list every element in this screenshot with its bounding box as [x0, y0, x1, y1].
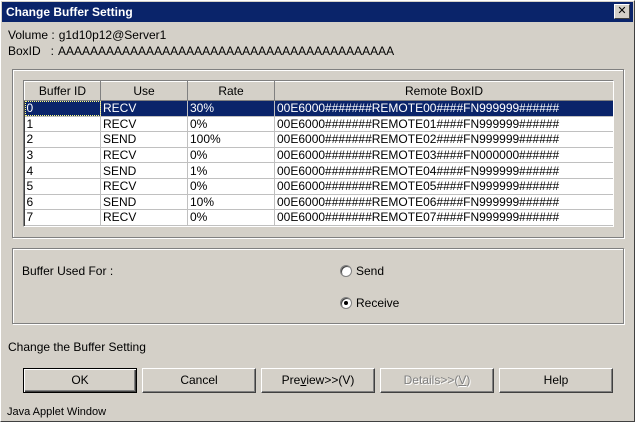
- boxid-label: BoxID :: [8, 44, 55, 58]
- send-radio-label[interactable]: Send: [356, 264, 384, 278]
- cell-use: SEND: [100, 162, 188, 179]
- close-icon[interactable]: ✕: [614, 4, 630, 19]
- receive-radio-label[interactable]: Receive: [356, 296, 399, 310]
- buffer-table-container: Buffer ID Use Rate Remote BoxID 0 RECV 3…: [23, 80, 614, 227]
- preview-text-b: iew>>(V): [306, 373, 355, 387]
- boxid-value: AAAAAAAAAAAAAAAAAAAAAAAAAAAAAAAAAAAAAAAA…: [58, 44, 395, 58]
- cell-use: SEND: [100, 194, 188, 211]
- column-header-buffer-id[interactable]: Buffer ID: [24, 81, 101, 101]
- table-panel: Buffer ID Use Rate Remote BoxID 0 RECV 3…: [12, 69, 624, 238]
- receive-radio[interactable]: [340, 297, 352, 309]
- cell-rate: 0%: [187, 209, 275, 226]
- boxid-row: BoxID : AAAAAAAAAAAAAAAAAAAAAAAAAAAAAAAAA…: [8, 44, 394, 58]
- table-row[interactable]: 1 RECV 0% 00E6000#######REMOTE01####FN99…: [24, 116, 613, 133]
- ok-button[interactable]: OK: [23, 368, 137, 393]
- cell-buffer-id: 1: [24, 116, 101, 133]
- details-text-b: ): [466, 373, 471, 387]
- column-header-remote-boxid[interactable]: Remote BoxID: [274, 81, 613, 101]
- cell-buffer-id: 6: [24, 194, 101, 211]
- table-row[interactable]: 0 RECV 30% 00E6000#######REMOTE00####FN9…: [24, 100, 613, 117]
- applet-footer: Java Applet Window: [7, 406, 107, 418]
- cell-use: RECV: [100, 209, 188, 226]
- cell-buffer-id: 4: [24, 162, 101, 179]
- cell-rate: 0%: [187, 116, 275, 133]
- cell-remote-boxid: 00E6000#######REMOTE02####FN999999######: [274, 131, 613, 148]
- status-message: Change the Buffer Setting: [8, 340, 146, 354]
- table-row[interactable]: 7 RECV 0% 00E6000#######REMOTE07####FN99…: [24, 209, 613, 226]
- table-row[interactable]: 4 SEND 1% 00E6000#######REMOTE04####FN99…: [24, 162, 613, 179]
- cell-rate: 0%: [187, 178, 275, 195]
- cell-buffer-id: 3: [24, 147, 101, 164]
- cell-buffer-id: 7: [24, 209, 101, 226]
- cell-remote-boxid: 00E6000#######REMOTE05####FN999999######: [274, 178, 613, 195]
- cancel-button[interactable]: Cancel: [142, 368, 256, 393]
- volume-row: Volume : g1d10p12@Server1: [8, 28, 166, 42]
- buffer-used-for-label: Buffer Used For :: [22, 264, 114, 278]
- preview-text-a: Pre: [281, 373, 301, 387]
- cell-buffer-id: 5: [24, 178, 101, 195]
- cell-buffer-id: 0: [24, 100, 101, 117]
- cell-buffer-id: 2: [24, 131, 101, 148]
- details-text-a: Details>>(: [403, 373, 459, 387]
- cell-rate: 1%: [187, 162, 275, 179]
- volume-label: Volume :: [8, 28, 55, 42]
- send-radio[interactable]: [340, 265, 352, 277]
- cell-rate: 10%: [187, 194, 275, 211]
- cell-remote-boxid: 00E6000#######REMOTE00####FN999999######: [274, 100, 613, 117]
- window-title: Change Buffer Setting: [6, 5, 133, 19]
- cell-use: RECV: [100, 147, 188, 164]
- cell-rate: 100%: [187, 131, 275, 148]
- buffer-table: Buffer ID Use Rate Remote BoxID 0 RECV 3…: [24, 81, 613, 226]
- cell-remote-boxid: 00E6000#######REMOTE07####FN999999######: [274, 209, 613, 226]
- dialog-window: Change Buffer Setting ✕ Volume : g1d10p12…: [0, 0, 635, 422]
- buffer-used-panel: Buffer Used For : Send Receive: [12, 248, 624, 324]
- cell-remote-boxid: 00E6000#######REMOTE01####FN999999######: [274, 116, 613, 133]
- cell-use: RECV: [100, 178, 188, 195]
- cell-remote-boxid: 00E6000#######REMOTE06####FN999999######: [274, 194, 613, 211]
- cell-rate: 0%: [187, 147, 275, 164]
- cell-remote-boxid: 00E6000#######REMOTE04####FN999999######: [274, 162, 613, 179]
- table-row[interactable]: 5 RECV 0% 00E6000#######REMOTE05####FN99…: [24, 178, 613, 195]
- cell-use: RECV: [100, 100, 188, 117]
- table-row[interactable]: 3 RECV 0% 00E6000#######REMOTE03####FN00…: [24, 147, 613, 164]
- column-header-use[interactable]: Use: [100, 81, 188, 101]
- table-header: Buffer ID Use Rate Remote BoxID: [24, 81, 613, 101]
- cell-use: RECV: [100, 116, 188, 133]
- help-button[interactable]: Help: [499, 368, 613, 393]
- preview-button[interactable]: Preview>>(V): [261, 368, 375, 393]
- table-row[interactable]: 6 SEND 10% 00E6000#######REMOTE06####FN9…: [24, 194, 613, 211]
- cell-remote-boxid: 00E6000#######REMOTE03####FN000000######: [274, 147, 613, 164]
- volume-value: g1d10p12@Server1: [58, 28, 167, 42]
- table-row[interactable]: 2 SEND 100% 00E6000#######REMOTE02####FN…: [24, 131, 613, 148]
- cell-rate: 30%: [187, 100, 275, 117]
- radio-selected-dot: [344, 301, 348, 305]
- column-header-rate[interactable]: Rate: [187, 81, 275, 101]
- title-bar[interactable]: Change Buffer Setting ✕: [2, 2, 633, 22]
- details-button: Details>>(V): [380, 368, 494, 393]
- cell-use: SEND: [100, 131, 188, 148]
